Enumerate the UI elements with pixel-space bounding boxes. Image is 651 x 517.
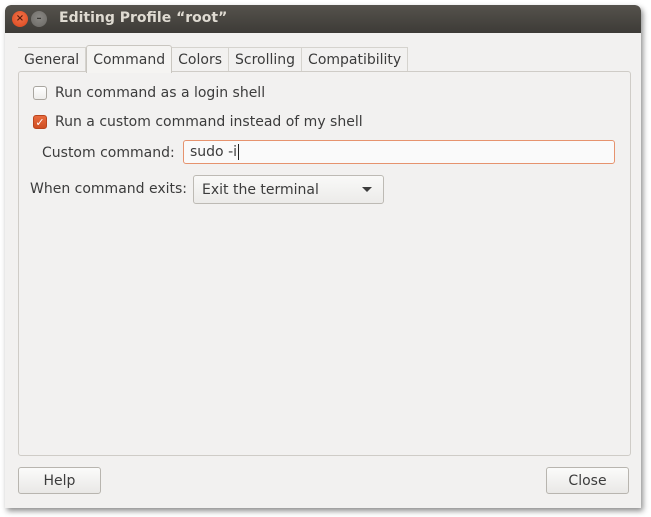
- profile-dialog: × – Editing Profile “root” General Comma…: [5, 5, 641, 508]
- custom-command-toggle-label: Run a custom command instead of my shell: [55, 114, 363, 130]
- window-title: Editing Profile “root”: [59, 10, 228, 26]
- on-exit-selected: Exit the terminal: [202, 181, 319, 198]
- close-icon: ×: [15, 13, 25, 24]
- text-caret: [238, 144, 240, 160]
- tab-command[interactable]: Command: [86, 45, 173, 73]
- tab-scrolling[interactable]: Scrolling: [229, 47, 303, 72]
- command-panel: Run command as a login shell ✓ Run a cus…: [18, 71, 631, 456]
- custom-command-value: sudo -i: [190, 144, 238, 160]
- dropdown-arrow-icon: [362, 187, 372, 192]
- custom-command-input[interactable]: sudo -i: [183, 140, 615, 164]
- window-minimize-button[interactable]: –: [31, 11, 47, 27]
- custom-command-label: Custom command:: [42, 145, 175, 161]
- on-exit-dropdown[interactable]: Exit the terminal: [193, 175, 384, 204]
- tab-compatibility[interactable]: Compatibility: [302, 47, 409, 72]
- close-button[interactable]: Close: [546, 467, 629, 494]
- tab-bar: General Command Colors Scrolling Compati…: [18, 45, 409, 73]
- window-close-button[interactable]: ×: [12, 11, 28, 27]
- title-bar[interactable]: × – Editing Profile “root”: [5, 5, 641, 33]
- tab-colors[interactable]: Colors: [172, 47, 230, 72]
- help-button[interactable]: Help: [18, 467, 101, 494]
- on-exit-label: When command exits:: [30, 181, 188, 197]
- custom-command-checkbox[interactable]: ✓: [33, 115, 47, 129]
- check-icon: ✓: [35, 115, 45, 129]
- custom-command-option[interactable]: ✓ Run a custom command instead of my she…: [33, 114, 363, 130]
- minimize-icon: –: [36, 13, 42, 24]
- login-shell-option[interactable]: Run command as a login shell: [33, 85, 265, 101]
- login-shell-label: Run command as a login shell: [55, 85, 266, 101]
- tab-general[interactable]: General: [18, 47, 87, 72]
- login-shell-checkbox[interactable]: [33, 86, 47, 100]
